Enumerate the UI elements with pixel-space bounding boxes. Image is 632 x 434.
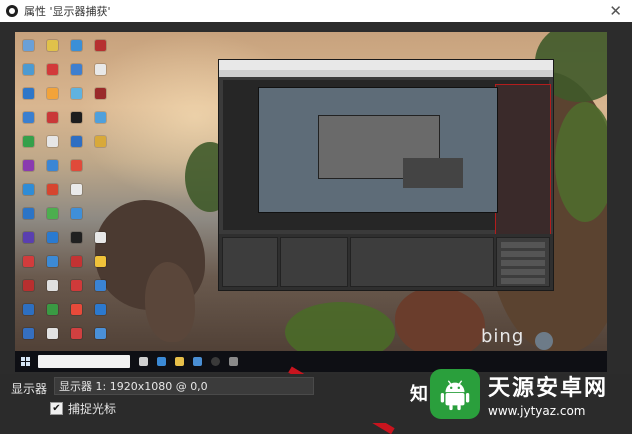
rock-bottom xyxy=(395,287,485,357)
desktop-icon[interactable] xyxy=(71,328,82,339)
nested-scenes-panel xyxy=(223,238,277,286)
desktop-icon[interactable] xyxy=(95,88,106,99)
desktop-icon[interactable] xyxy=(95,328,106,339)
desktop-icon[interactable] xyxy=(47,328,58,339)
desktop-icon[interactable] xyxy=(23,112,34,123)
desktop-icon[interactable] xyxy=(95,112,106,123)
desktop-icon[interactable] xyxy=(47,184,58,195)
desktop-icon[interactable] xyxy=(23,208,34,219)
desktop-icon[interactable] xyxy=(95,232,106,243)
nested-obs-window xyxy=(219,60,553,290)
zhihu-watermark-char: 知 xyxy=(410,384,428,405)
nested-control-button[interactable] xyxy=(501,260,545,266)
android-robot-icon xyxy=(430,368,480,419)
nested-red-frame xyxy=(495,84,551,236)
desktop-icon[interactable] xyxy=(23,64,34,75)
desktop-icon[interactable] xyxy=(71,64,82,75)
desktop-icon[interactable] xyxy=(95,40,106,51)
store-icon[interactable] xyxy=(193,357,202,366)
desktop-icon[interactable] xyxy=(71,40,82,51)
desktop-icon[interactable] xyxy=(47,304,58,315)
desktop-icon[interactable] xyxy=(71,208,82,219)
obs-taskbar-icon[interactable] xyxy=(211,357,220,366)
desktop-icon[interactable] xyxy=(71,256,82,267)
taskbar-app-icon[interactable] xyxy=(229,357,238,366)
nested-control-button[interactable] xyxy=(501,242,545,248)
desktop-icon[interactable] xyxy=(47,64,58,75)
display-select[interactable]: 显示器 1: 1920x1080 @ 0,0 xyxy=(54,377,314,395)
task-view-icon[interactable] xyxy=(139,357,148,366)
close-icon[interactable]: ✕ xyxy=(609,2,622,20)
capture-preview: bing xyxy=(15,32,607,372)
desktop-icon[interactable] xyxy=(23,280,34,291)
desktop-icon[interactable] xyxy=(23,160,34,171)
desktop-icon[interactable] xyxy=(95,256,106,267)
desktop-icon[interactable] xyxy=(47,40,58,51)
nested-control-button[interactable] xyxy=(501,278,545,284)
taskbar-search-box[interactable] xyxy=(38,355,130,368)
desktop-icon[interactable] xyxy=(95,136,106,147)
desktop-icon[interactable] xyxy=(23,88,34,99)
nested-mixer-panel xyxy=(351,238,493,286)
nested-dock-area xyxy=(219,234,553,290)
site-watermark: 天源安卓网 www.jytyaz.com xyxy=(430,364,632,423)
desktop-icon[interactable] xyxy=(71,160,82,171)
desktop-icon[interactable] xyxy=(71,304,82,315)
desktop-icon[interactable] xyxy=(71,112,82,123)
desktop-icon[interactable] xyxy=(47,208,58,219)
nested-control-button[interactable] xyxy=(501,251,545,257)
desktop-icon[interactable] xyxy=(71,136,82,147)
capture-cursor-label: 捕捉光标 xyxy=(68,402,117,416)
nested-menu-bar xyxy=(219,70,553,77)
nested-control-button[interactable] xyxy=(501,269,545,275)
desktop-icon[interactable] xyxy=(47,112,58,123)
obs-app-icon xyxy=(6,5,18,17)
watermark-url: www.jytyaz.com xyxy=(488,403,586,418)
desktop-icon[interactable] xyxy=(71,232,82,243)
title-bar: 属性 '显示器捕获' ✕ xyxy=(0,0,632,22)
watermark-title: 天源安卓网 xyxy=(488,375,609,401)
windows-start-icon[interactable] xyxy=(21,357,30,366)
desktop-icon[interactable] xyxy=(47,136,58,147)
desktop-icon[interactable] xyxy=(47,256,58,267)
desktop-icon[interactable] xyxy=(23,328,34,339)
nested-inner-window-3 xyxy=(403,158,463,188)
desktop-icon[interactable] xyxy=(47,88,58,99)
desktop-icon[interactable] xyxy=(71,88,82,99)
desktop-icon[interactable] xyxy=(47,232,58,243)
display-label: 显示器 xyxy=(11,382,48,396)
desktop-icon[interactable] xyxy=(95,304,106,315)
edge-icon[interactable] xyxy=(157,357,166,366)
bing-logo: bing xyxy=(481,326,525,347)
bing-logo-mark xyxy=(535,332,553,350)
desktop-icon[interactable] xyxy=(23,184,34,195)
nested-inner-window xyxy=(259,88,497,212)
nested-title-bar xyxy=(219,60,553,70)
desktop-icon[interactable] xyxy=(23,256,34,267)
desktop-icon[interactable] xyxy=(23,40,34,51)
desktop-icon[interactable] xyxy=(95,64,106,75)
desktop-icon[interactable] xyxy=(95,280,106,291)
nested-inner-window-2 xyxy=(319,116,463,188)
desktop-icon[interactable] xyxy=(47,280,58,291)
nested-sources-panel xyxy=(281,238,347,286)
desktop-icon[interactable] xyxy=(71,184,82,195)
preview-frame: bing xyxy=(0,22,632,374)
desktop-icon[interactable] xyxy=(23,232,34,243)
nested-preview xyxy=(223,80,551,236)
capture-cursor-checkbox[interactable]: ✔ xyxy=(50,402,63,415)
desktop-icon[interactable] xyxy=(23,304,34,315)
file-explorer-icon[interactable] xyxy=(175,357,184,366)
nested-controls-panel xyxy=(497,238,549,286)
capture-cursor-row: ✔ 捕捉光标 xyxy=(50,400,116,417)
desktop-icon[interactable] xyxy=(47,160,58,171)
window-title: 属性 '显示器捕获' xyxy=(24,5,111,18)
foliage-right-mid xyxy=(555,102,607,222)
desktop-icon[interactable] xyxy=(71,280,82,291)
desktop-icon[interactable] xyxy=(23,136,34,147)
